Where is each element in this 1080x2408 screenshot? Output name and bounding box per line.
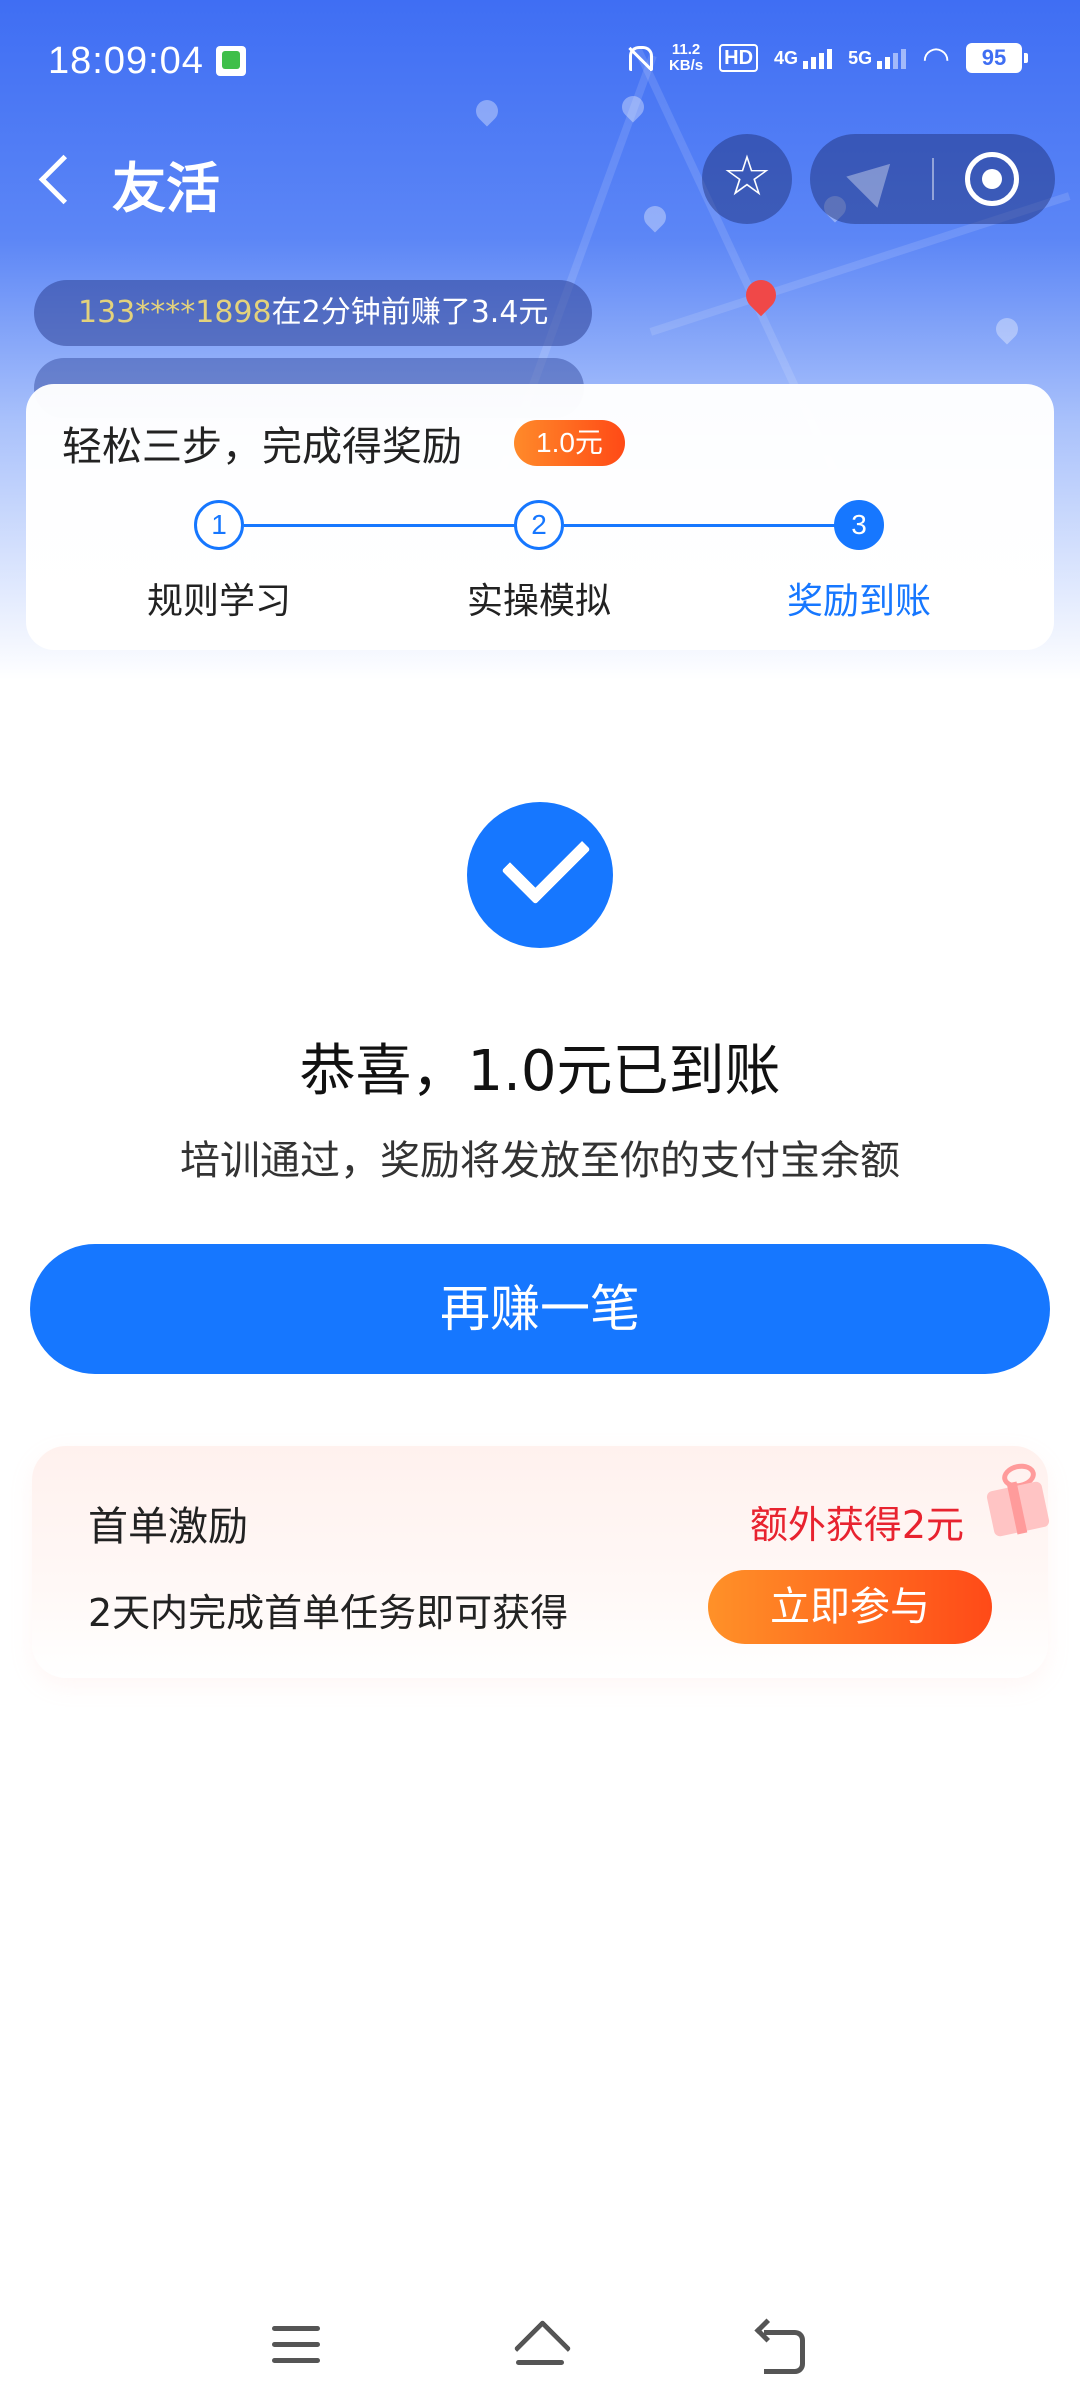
share-icon[interactable]: [850, 156, 900, 202]
signal-5g-label: 5G: [848, 47, 873, 68]
step-1-label: 规则学习: [146, 581, 291, 622]
signal-4g-icon: 4G: [774, 47, 833, 69]
app-notification-icon: [216, 46, 246, 76]
status-bar: 18:09:04 11.2 KB/s HD 4G 5G ◠ 95: [0, 0, 1080, 130]
result-subtitle: 培训通过，奖励将发放至你的支付宝余额: [180, 1138, 900, 1184]
map-pin-icon: [639, 201, 671, 233]
favorite-star-button[interactable]: ☆: [702, 134, 792, 224]
join-now-button[interactable]: 立即参与: [708, 1570, 992, 1644]
steps-card: 轻松三步，完成得奖励 1.0元 1 2 3 规则学习 实操模拟 奖励到账: [26, 384, 1054, 650]
mute-bell-icon: [623, 43, 653, 73]
earn-again-button[interactable]: 再赚一笔: [30, 1244, 1050, 1374]
signal-5g-icon: 5G: [848, 47, 907, 69]
wifi-icon: ◠: [922, 40, 950, 76]
battery-icon: 95: [966, 43, 1028, 73]
network-speed-value: 11.2: [671, 41, 701, 58]
signal-bars-icon: [803, 48, 833, 69]
ticker-phone: 133****1898: [78, 295, 272, 330]
step-3-label: 奖励到账: [786, 581, 931, 622]
back-button[interactable]: [30, 146, 90, 212]
menu-icon[interactable]: [272, 2326, 320, 2366]
status-time: 18:09:04: [48, 40, 204, 82]
gift-icon: [982, 1446, 1058, 1538]
success-check-icon: [467, 802, 613, 948]
earnings-ticker: 133****1898在2分钟前赚了3.4元: [34, 280, 593, 346]
hd-icon: HD: [719, 44, 759, 72]
first-order-bonus-card: 首单激励 额外获得2元 2天内完成首单任务即可获得 立即参与: [32, 1446, 1051, 1678]
capsule-divider: [932, 158, 934, 200]
signal-4g-label: 4G: [774, 47, 799, 68]
step-connector: [244, 524, 534, 527]
home-icon[interactable]: [512, 2324, 568, 2368]
ticker-message: 在2分钟前赚了3.4元: [271, 295, 549, 330]
back-icon[interactable]: [756, 2320, 806, 2374]
reward-badge: 1.0元: [514, 420, 625, 466]
step-2-label: 实操模拟: [466, 581, 611, 622]
status-icons: 11.2 KB/s HD 4G 5G ◠ 95: [623, 40, 1028, 76]
miniapp-capsule: [810, 134, 1055, 224]
network-speed-unit: KB/s: [668, 57, 704, 74]
bonus-title: 首单激励: [88, 1504, 248, 1550]
network-speed: 11.2 KB/s: [669, 42, 703, 74]
close-record-icon[interactable]: [965, 152, 1019, 206]
result-title: 恭喜，1.0元已到账: [299, 1039, 781, 1104]
bonus-description: 2天内完成首单任务即可获得: [88, 1591, 569, 1635]
step-2-circle: 2: [514, 500, 564, 550]
page-title: 友活: [112, 157, 220, 220]
step-3-circle: 3: [834, 500, 884, 550]
steps-title: 轻松三步，完成得奖励: [62, 424, 462, 470]
system-navigation-bar: [0, 2290, 1080, 2400]
step-connector: [564, 524, 854, 527]
step-1-circle: 1: [194, 500, 244, 550]
bonus-extra-reward: 额外获得2元: [749, 1503, 964, 1547]
map-pin-icon: [991, 313, 1023, 345]
signal-bars-icon: [877, 48, 907, 69]
